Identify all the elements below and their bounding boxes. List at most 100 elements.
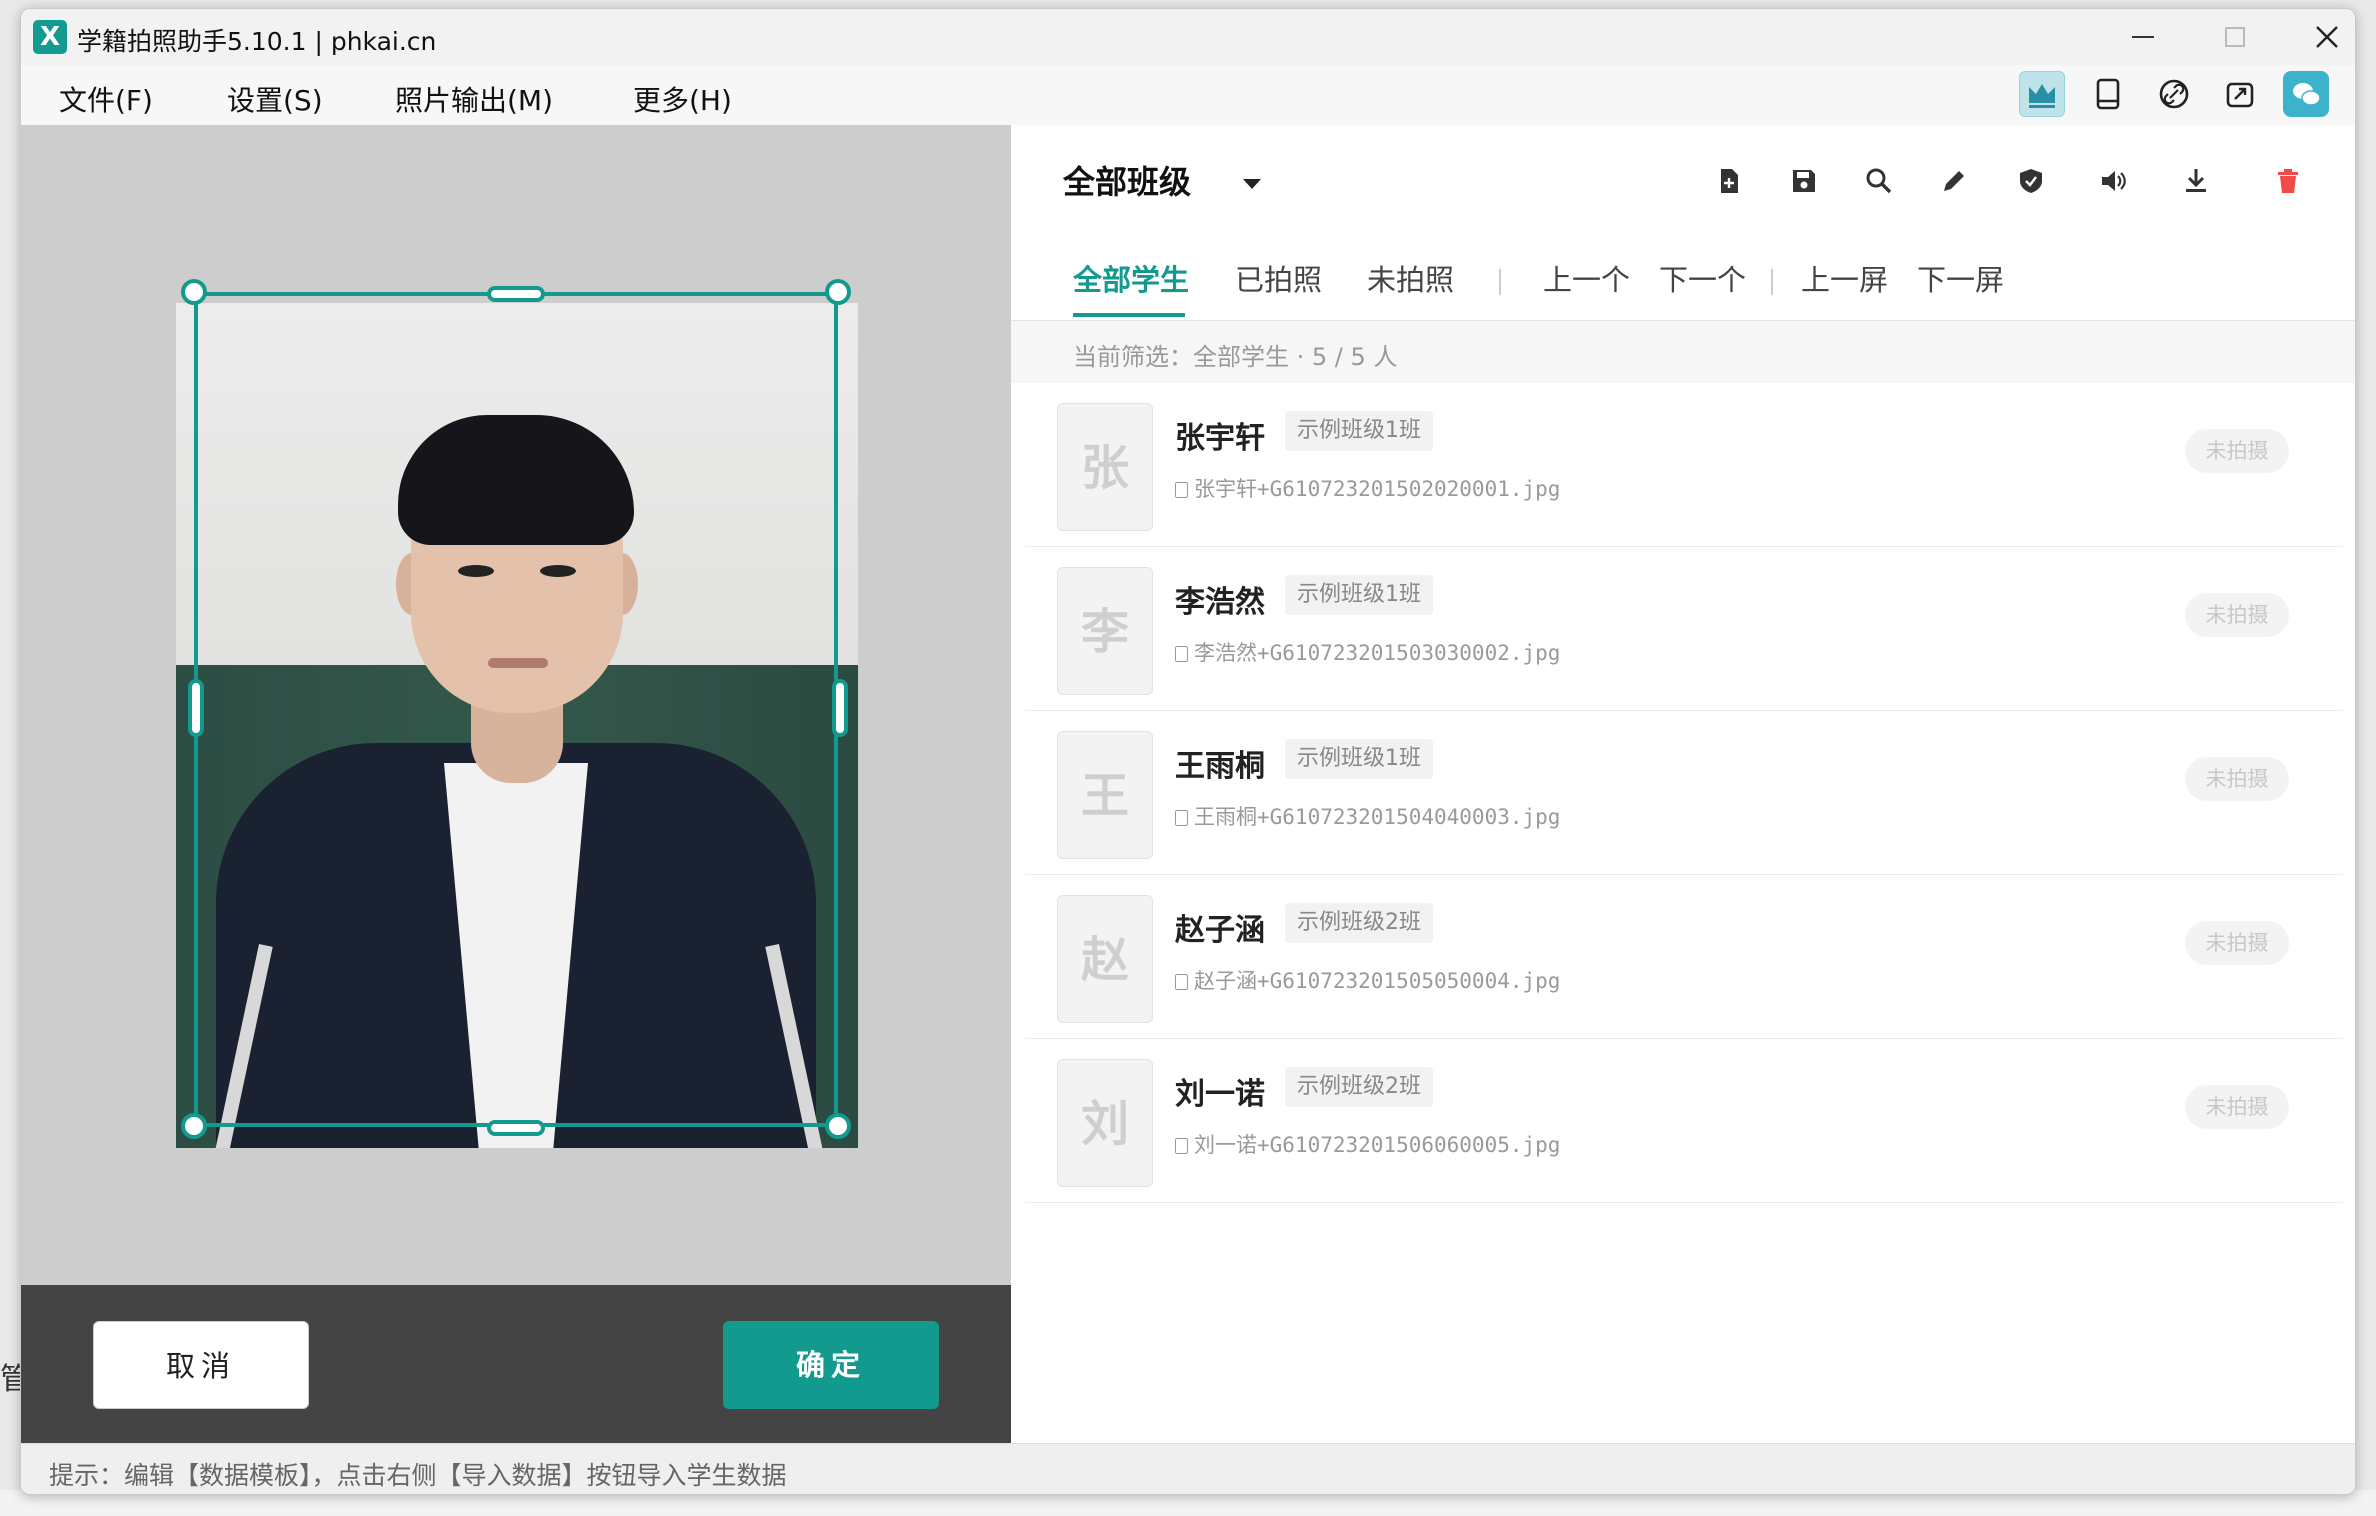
shield-button[interactable]: [2011, 161, 2051, 201]
prev-student-button[interactable]: 上一个: [1543, 257, 1630, 299]
photo-filename: 王雨桐+G610723201504040003.jpg: [1175, 801, 1560, 831]
crown-icon: [2029, 84, 2055, 108]
edit-button[interactable]: [1934, 161, 1974, 201]
maximize-button[interactable]: [2189, 9, 2281, 65]
edit-icon: [1944, 171, 1964, 191]
class-selector[interactable]: 全部班级: [1063, 157, 1191, 203]
add-file-icon: [1721, 169, 1738, 193]
file-icon: [1175, 974, 1188, 990]
photo-filename-text: 刘一诺+G610723201506060005.jpg: [1194, 1133, 1561, 1157]
avatar: 王: [1057, 731, 1153, 859]
share-icon: [2226, 82, 2254, 108]
add-file-button[interactable]: [1709, 161, 1749, 201]
filter-summary-bar: 当前筛选：全部学生 · 5 / 5 人: [1011, 321, 2355, 383]
tablet-button[interactable]: [2085, 71, 2131, 117]
status-badge: 未拍摄: [2185, 429, 2289, 473]
photo-filename-text: 赵子涵+G610723201505050004.jpg: [1194, 969, 1561, 993]
tab-not-photographed[interactable]: 未拍照: [1367, 257, 1454, 299]
title-bar[interactable]: X 学籍拍照助手5.10.1 | phkai.cn: [21, 9, 2355, 65]
delete-icon: [2278, 169, 2298, 193]
wechat-button[interactable]: [2283, 71, 2329, 117]
list-item[interactable]: 李 李浩然 示例班级1班 李浩然+G610723201503030002.jpg…: [1025, 547, 2343, 711]
link-icon: [2159, 79, 2189, 109]
menu-more[interactable]: 更多(H): [633, 79, 732, 119]
photo-filename: 张宇轩+G610723201502020001.jpg: [1175, 473, 1560, 503]
photo-filename: 赵子涵+G610723201505050004.jpg: [1175, 965, 1560, 995]
list-item[interactable]: 刘 刘一诺 示例班级2班 刘一诺+G610723201506060005.jpg…: [1025, 1039, 2343, 1203]
crown-button[interactable]: [2019, 71, 2065, 117]
window-title: 学籍拍照助手5.10.1 | phkai.cn: [77, 27, 437, 56]
tab-photographed[interactable]: 已拍照: [1235, 257, 1322, 299]
close-button[interactable]: [2281, 9, 2355, 65]
download-icon: [2186, 169, 2206, 192]
download-button[interactable]: [2176, 161, 2216, 201]
tab-divider: [1771, 269, 1773, 295]
link-button[interactable]: [2151, 71, 2197, 117]
status-badge: 未拍摄: [2185, 1085, 2289, 1129]
search-icon: [1866, 168, 1892, 194]
crop-handle-left[interactable]: [188, 679, 204, 737]
menu-file[interactable]: 文件(F): [59, 79, 153, 119]
menu-photo-output[interactable]: 照片输出(M): [395, 79, 553, 119]
tab-divider: [1499, 269, 1501, 295]
crop-frame[interactable]: [194, 292, 838, 1127]
class-badge: 示例班级1班: [1285, 739, 1433, 779]
student-name: 张宇轩: [1175, 421, 1265, 456]
crop-handle-bottom-right[interactable]: [825, 1113, 851, 1139]
class-badge: 示例班级2班: [1285, 903, 1433, 943]
filter-tabs: 全部学生 已拍照 未拍照 上一个 下一个 上一屏 下一屏: [1011, 241, 2355, 321]
class-badge: 示例班级1班: [1285, 575, 1433, 615]
search-button[interactable]: [1859, 161, 1899, 201]
avatar: 李: [1057, 567, 1153, 695]
next-student-button[interactable]: 下一个: [1659, 257, 1746, 299]
app-window: X 学籍拍照助手5.10.1 | phkai.cn 文件(F) 设置(S) 照片…: [20, 8, 2356, 1495]
share-button[interactable]: [2217, 71, 2263, 117]
crop-handle-right[interactable]: [832, 679, 848, 737]
save-button[interactable]: [1784, 161, 1824, 201]
filter-summary: 当前筛选：全部学生 · 5 / 5 人: [1073, 343, 1398, 371]
tablet-icon: [2096, 78, 2120, 110]
crop-handle-bottom[interactable]: [487, 1120, 545, 1136]
tab-all-students[interactable]: 全部学生: [1073, 257, 1189, 299]
list-item[interactable]: 王 王雨桐 示例班级1班 王雨桐+G610723201504040003.jpg…: [1025, 711, 2343, 875]
chevron-down-icon[interactable]: [1243, 179, 1261, 189]
class-badge: 示例班级2班: [1285, 1067, 1433, 1107]
avatar: 刘: [1057, 1059, 1153, 1187]
student-name: 李浩然: [1175, 585, 1265, 620]
next-screen-button[interactable]: 下一屏: [1917, 257, 2004, 299]
student-name: 王雨桐: [1175, 749, 1265, 784]
shield-icon: [2020, 169, 2042, 193]
photo-filename-text: 张宇轩+G610723201502020001.jpg: [1194, 477, 1561, 501]
crop-handle-top[interactable]: [487, 286, 545, 302]
photo-filename-text: 王雨桐+G610723201504040003.jpg: [1194, 805, 1561, 829]
crop-handle-top-right[interactable]: [825, 279, 851, 305]
crop-handle-bottom-left[interactable]: [181, 1113, 207, 1139]
volume-icon: [2102, 171, 2126, 191]
list-item[interactable]: 张 张宇轩 示例班级1班 张宇轩+G610723201502020001.jpg…: [1025, 383, 2343, 547]
avatar: 张: [1057, 403, 1153, 531]
status-badge: 未拍摄: [2185, 921, 2289, 965]
status-bar: 提示：编辑【数据模板】，点击右侧【导入数据】按钮导入学生数据: [21, 1443, 2355, 1494]
status-badge: 未拍摄: [2185, 757, 2289, 801]
file-icon: [1175, 482, 1188, 498]
class-badge: 示例班级1班: [1285, 411, 1433, 451]
student-name: 刘一诺: [1175, 1077, 1265, 1112]
file-icon: [1175, 810, 1188, 826]
delete-button[interactable]: [2268, 161, 2308, 201]
status-hint: 提示：编辑【数据模板】，点击右侧【导入数据】按钮导入学生数据: [49, 1461, 787, 1490]
volume-button[interactable]: [2093, 161, 2133, 201]
save-icon: [1793, 170, 1815, 192]
cancel-button[interactable]: 取消: [93, 1321, 309, 1409]
prev-screen-button[interactable]: 上一屏: [1801, 257, 1888, 299]
crop-action-bar: 取消 确定: [21, 1285, 1011, 1443]
confirm-button[interactable]: 确定: [723, 1321, 939, 1409]
status-badge: 未拍摄: [2185, 593, 2289, 637]
list-item[interactable]: 赵 赵子涵 示例班级2班 赵子涵+G610723201505050004.jpg…: [1025, 875, 2343, 1039]
student-name: 赵子涵: [1175, 913, 1265, 948]
maximize-icon: [2225, 27, 2245, 47]
menu-settings[interactable]: 设置(S): [227, 79, 323, 119]
minimize-button[interactable]: [2097, 9, 2189, 65]
wechat-icon: [2293, 83, 2321, 106]
menu-bar: 文件(F) 设置(S) 照片输出(M) 更多(H): [21, 65, 2355, 125]
crop-handle-top-left[interactable]: [181, 279, 207, 305]
